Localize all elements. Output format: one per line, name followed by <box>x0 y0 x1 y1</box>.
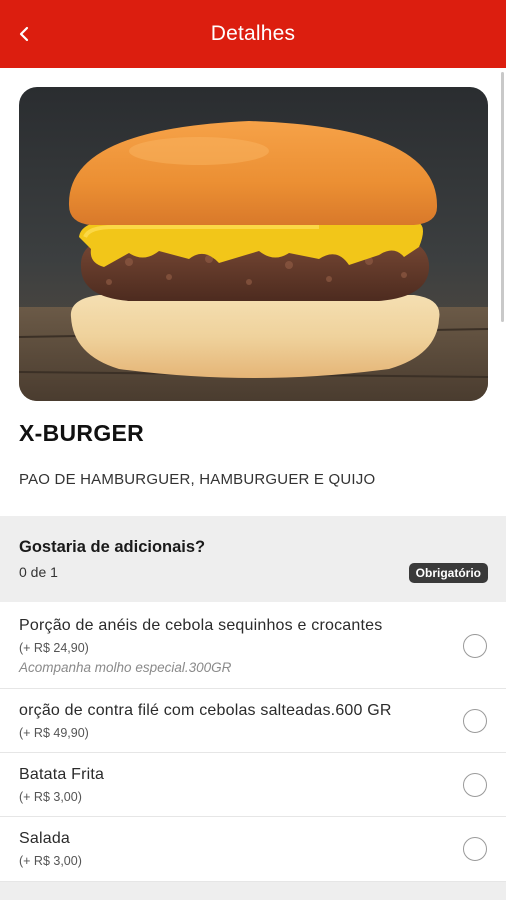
addons-section-header: Gostaria de adicionais? 0 de 1 Obrigatór… <box>0 516 506 602</box>
addon-option-contra-file[interactable]: orção de contra filé com cebolas saltead… <box>0 689 506 753</box>
addon-option-price: (+ R$ 49,90) <box>19 726 89 740</box>
addon-option-onion-rings[interactable]: Porção de anéis de cebola sequinhos e cr… <box>0 603 506 689</box>
addon-radio-button[interactable] <box>463 634 487 658</box>
required-badge: Obrigatório <box>408 563 488 583</box>
scrollbar[interactable] <box>501 72 504 322</box>
product-image <box>19 87 488 401</box>
addons-title: Gostaria de adicionais? <box>19 538 206 556</box>
addon-option-name: Porção de anéis de cebola sequinhos e cr… <box>19 617 383 634</box>
addon-option-price: (+ R$ 3,00) <box>19 790 82 804</box>
addon-option-price: (+ R$ 24,90) <box>19 641 89 655</box>
addon-option-name: Batata Frita <box>19 766 105 783</box>
addon-radio-button[interactable] <box>463 773 487 797</box>
product-name: X-BURGER <box>19 420 145 446</box>
addon-option-name: Salada <box>19 830 71 847</box>
page-title: Detalhes <box>210 22 296 45</box>
addon-radio-button[interactable] <box>463 837 487 861</box>
next-section-strip <box>0 882 506 900</box>
addons-selection-count: 0 de 1 <box>19 564 58 580</box>
addon-option-note: Acompanha molho especial.300GR <box>19 660 232 675</box>
addon-radio-button[interactable] <box>463 709 487 733</box>
addon-option-price: (+ R$ 3,00) <box>19 854 82 868</box>
addon-option-name: orção de contra filé com cebolas saltead… <box>19 702 392 719</box>
addon-option-batata-frita[interactable]: Batata Frita (+ R$ 3,00) <box>0 753 506 817</box>
addon-option-salada[interactable]: Salada (+ R$ 3,00) <box>0 817 506 882</box>
app-header: Detalhes <box>0 0 506 68</box>
product-description: PAO DE HAMBURGUER, HAMBURGUER E QUIJO <box>19 471 376 488</box>
